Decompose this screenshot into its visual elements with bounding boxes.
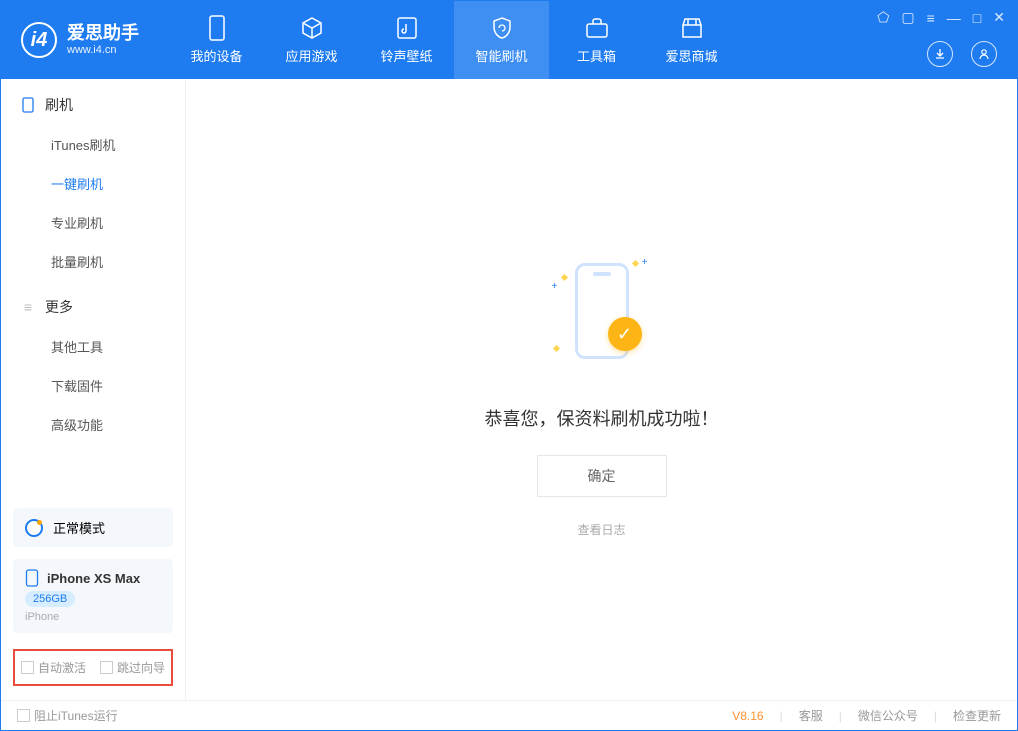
settings-icon[interactable]: ⬠: [877, 9, 889, 26]
success-message: 恭喜您，保资料刷机成功啦！: [485, 405, 719, 431]
checkbox-label: 跳过向导: [117, 659, 165, 676]
footer-link-wechat[interactable]: 微信公众号: [858, 707, 918, 724]
sidebar-item-batch-flash[interactable]: 批量刷机: [1, 242, 185, 281]
auto-activate-checkbox[interactable]: 自动激活: [21, 659, 86, 676]
device-storage-badge: 256GB: [25, 591, 75, 607]
download-icon[interactable]: [927, 41, 953, 67]
footer-link-update[interactable]: 检查更新: [953, 707, 1001, 724]
toolbox-icon: [585, 16, 609, 40]
nav-tab-label: 我的设备: [190, 46, 242, 65]
sidebar-group-flash: 刷机: [1, 79, 185, 125]
nav-tab-label: 应用游戏: [285, 46, 337, 65]
nav-tab-label: 爱思商城: [665, 46, 717, 65]
nav-tab-label: 工具箱: [577, 46, 616, 65]
maximize-button[interactable]: □: [973, 10, 981, 26]
confirm-button[interactable]: 确定: [537, 455, 667, 497]
block-itunes-checkbox[interactable]: 阻止iTunes运行: [17, 707, 118, 724]
highlighted-options-row: 自动激活 跳过向导: [13, 649, 173, 686]
skip-wizard-checkbox[interactable]: 跳过向导: [100, 659, 165, 676]
nav-tab-ringtone-wallpaper[interactable]: 铃声壁纸: [359, 1, 454, 79]
sidebar-group-title: 刷机: [45, 95, 73, 115]
phone-icon: [21, 98, 35, 112]
success-illustration: ++ ✓: [532, 241, 672, 381]
minimize-button[interactable]: —: [947, 10, 961, 26]
sidebar-item-onekey-flash[interactable]: 一键刷机: [1, 164, 185, 203]
cube-icon: [300, 16, 324, 40]
nav-tab-my-device[interactable]: 我的设备: [169, 1, 264, 79]
sidebar-item-pro-flash[interactable]: 专业刷机: [1, 203, 185, 242]
window-controls: ⬠ ▢ ≡ — □ ✕: [877, 9, 1005, 26]
sidebar-item-itunes-flash[interactable]: iTunes刷机: [1, 125, 185, 164]
phone-outline-icon: [25, 569, 39, 587]
checkbox-label: 自动激活: [38, 659, 86, 676]
app-logo-icon: i4: [21, 22, 57, 58]
menu-icon[interactable]: ≡: [927, 10, 935, 26]
music-note-icon: [395, 16, 419, 40]
device-type: iPhone: [25, 611, 59, 623]
app-subtitle: www.i4.cn: [67, 44, 139, 57]
list-icon: ≡: [21, 300, 35, 314]
sidebar-item-download-firmware[interactable]: 下载固件: [1, 366, 185, 405]
nav-tabs: 我的设备 应用游戏 铃声壁纸 智能刷机 工具箱 爱思商城: [169, 1, 739, 79]
mode-icon: [25, 519, 43, 537]
user-icon[interactable]: [971, 41, 997, 67]
sidebar-item-advanced[interactable]: 高级功能: [1, 405, 185, 444]
sidebar-item-other-tools[interactable]: 其他工具: [1, 327, 185, 366]
checkbox-icon: [17, 709, 30, 722]
app-logo-text: 爱思助手 www.i4.cn: [67, 23, 139, 58]
skin-icon[interactable]: ▢: [901, 9, 914, 26]
nav-tab-toolbox[interactable]: 工具箱: [549, 1, 644, 79]
device-icon: [205, 16, 229, 40]
sidebar-group-more: ≡ 更多: [1, 281, 185, 327]
footer-link-support[interactable]: 客服: [799, 707, 823, 724]
app-title: 爱思助手: [67, 23, 139, 45]
device-info-box[interactable]: iPhone XS Max 256GB iPhone: [13, 559, 173, 633]
footer-right: V8.16 | 客服 | 微信公众号 | 检查更新: [732, 707, 1001, 724]
nav-tab-label: 智能刷机: [475, 46, 527, 65]
mode-label: 正常模式: [53, 518, 105, 537]
nav-tab-store[interactable]: 爱思商城: [644, 1, 739, 79]
version-label: V8.16: [732, 709, 763, 723]
checkbox-icon: [21, 661, 34, 674]
main-content: ++ ✓ 恭喜您，保资料刷机成功啦！ 确定 查看日志: [186, 79, 1017, 700]
header-actions: [927, 41, 997, 67]
footer-left: 阻止iTunes运行: [17, 707, 118, 724]
store-icon: [680, 16, 704, 40]
body: 刷机 iTunes刷机 一键刷机 专业刷机 批量刷机 ≡ 更多 其他工具 下载固…: [1, 79, 1017, 700]
nav-tab-smart-flash[interactable]: 智能刷机: [454, 1, 549, 79]
device-mode-box[interactable]: 正常模式: [13, 508, 173, 547]
footer: 阻止iTunes运行 V8.16 | 客服 | 微信公众号 | 检查更新: [1, 700, 1017, 730]
view-log-link[interactable]: 查看日志: [577, 521, 625, 538]
checkbox-label: 阻止iTunes运行: [34, 707, 118, 724]
shield-refresh-icon: [490, 16, 514, 40]
sidebar-group-title: 更多: [45, 297, 73, 317]
app-logo-section: i4 爱思助手 www.i4.cn: [1, 22, 159, 58]
nav-tab-apps-games[interactable]: 应用游戏: [264, 1, 359, 79]
nav-tab-label: 铃声壁纸: [380, 46, 432, 65]
checkbox-icon: [100, 661, 113, 674]
sidebar: 刷机 iTunes刷机 一键刷机 专业刷机 批量刷机 ≡ 更多 其他工具 下载固…: [1, 79, 186, 700]
check-badge-icon: ✓: [608, 317, 642, 351]
close-button[interactable]: ✕: [993, 9, 1005, 26]
device-name: iPhone XS Max: [47, 571, 140, 586]
title-bar: i4 爱思助手 www.i4.cn 我的设备 应用游戏 铃声壁纸 智能刷机 工具…: [1, 1, 1017, 79]
